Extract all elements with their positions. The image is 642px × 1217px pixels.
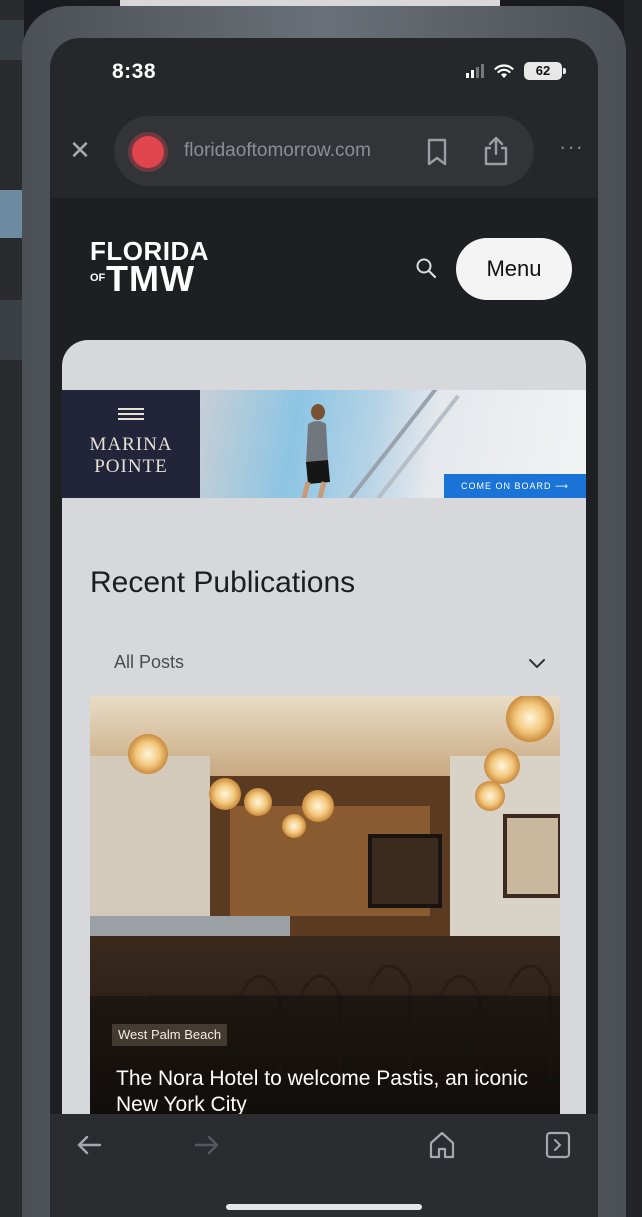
- battery-icon: 62: [524, 62, 566, 80]
- wifi-icon: [494, 64, 514, 78]
- ad-brand-line2: POINTE: [94, 456, 168, 477]
- ad-cta-button[interactable]: COME ON BOARD ⟶: [444, 474, 586, 498]
- home-icon[interactable]: [428, 1130, 456, 1160]
- search-icon[interactable]: [414, 256, 438, 280]
- ad-brand-name: MARINA POINTE: [62, 434, 200, 478]
- content-card: MARINA POINTE COME ON BOARD ⟶ Recent Pub…: [62, 340, 586, 1140]
- webpage: FLORIDA OF TMW Menu MARINA POINTE COME O…: [50, 198, 598, 1140]
- article-title[interactable]: The Nora Hotel to welcome Pastis, an ico…: [116, 1066, 546, 1118]
- close-button[interactable]: ✕: [64, 134, 96, 166]
- background-strip: [0, 300, 24, 360]
- logo-text-tmw: TMW: [106, 258, 195, 300]
- background-strip: [0, 20, 24, 60]
- ad-logo-lines-icon: [118, 408, 144, 423]
- cellular-signal-icon: [466, 64, 484, 78]
- background-strip: [0, 190, 24, 238]
- article-tag[interactable]: West Palm Beach: [112, 1024, 228, 1046]
- post-filter-select[interactable]: All Posts: [90, 640, 560, 684]
- ad-photo: COME ON BOARD ⟶: [200, 390, 586, 498]
- logo-text-of: OF: [90, 271, 106, 284]
- close-icon: ✕: [69, 135, 91, 165]
- status-icons: 62: [466, 62, 566, 80]
- ad-brand-panel: MARINA POINTE: [62, 390, 200, 498]
- ad-brand-line1: MARINA: [89, 434, 173, 455]
- browser-bottom-toolbar: [50, 1114, 598, 1217]
- phone-screen: 8:38 62 ✕ floridaoftomorrow.com ··· FLOR…: [50, 38, 598, 1217]
- article-card[interactable]: West Palm Beach The Nora Hotel to welcom…: [90, 696, 560, 1140]
- menu-button[interactable]: Menu: [456, 238, 572, 300]
- background-desktop-right: [624, 0, 642, 1217]
- browser-address-row: ✕ floridaoftomorrow.com ···: [50, 116, 598, 186]
- chevron-down-icon: [529, 659, 545, 668]
- site-favicon-icon: [132, 136, 164, 168]
- site-logo[interactable]: FLORIDA OF TMW: [90, 238, 209, 300]
- filter-value: All Posts: [114, 652, 185, 672]
- status-bar: 8:38 62: [50, 38, 598, 108]
- background-desktop-left: [0, 0, 24, 1217]
- tabs-icon[interactable]: [544, 1130, 572, 1160]
- ad-photo-figure: [301, 404, 330, 498]
- section-title: Recent Publications: [90, 566, 356, 599]
- ad-banner[interactable]: MARINA POINTE COME ON BOARD ⟶: [62, 390, 586, 498]
- home-indicator: [226, 1204, 422, 1210]
- forward-arrow-icon[interactable]: [192, 1132, 222, 1158]
- share-icon[interactable]: [482, 136, 510, 166]
- more-options-button[interactable]: ···: [559, 134, 584, 160]
- status-time: 8:38: [112, 60, 157, 83]
- url-bar[interactable]: floridaoftomorrow.com: [114, 116, 534, 186]
- bookmark-icon[interactable]: [424, 138, 450, 166]
- url-text: floridaoftomorrow.com: [184, 140, 371, 161]
- back-arrow-icon[interactable]: [74, 1132, 104, 1158]
